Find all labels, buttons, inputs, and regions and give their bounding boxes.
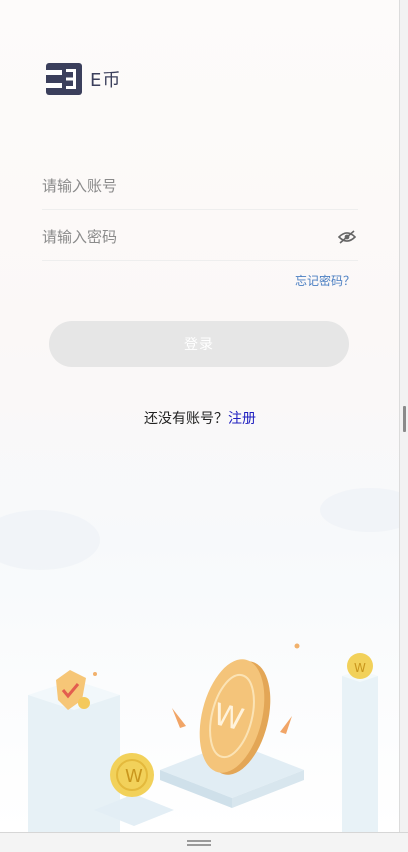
background-haze bbox=[320, 488, 399, 532]
eye-off-icon[interactable] bbox=[338, 229, 356, 244]
account-field[interactable]: 请输入账号 bbox=[42, 162, 358, 210]
register-row: 还没有账号？注册 bbox=[0, 408, 399, 428]
coin-right-symbol: W bbox=[354, 661, 366, 675]
e-coin-logo-icon bbox=[46, 63, 82, 95]
scrollbar-thumb[interactable] bbox=[403, 406, 406, 432]
coins-illustration: W W W bbox=[0, 488, 399, 832]
spark bbox=[280, 716, 292, 734]
resize-grip-icon[interactable] bbox=[187, 840, 211, 846]
coin-small-symbol: W bbox=[125, 766, 143, 787]
forgot-password-link[interactable]: 忘记密码？ bbox=[295, 272, 355, 289]
small-coin bbox=[78, 697, 90, 709]
spark bbox=[172, 708, 186, 728]
brand-name: E币 bbox=[90, 70, 122, 91]
account-input-placeholder: 请输入账号 bbox=[42, 177, 118, 195]
login-screen: E币 请输入账号 请输入密码 忘记密码？ 登录 还没有账号？注册 W W W bbox=[0, 0, 400, 832]
pedestal-right bbox=[342, 676, 378, 832]
password-input-placeholder: 请输入密码 bbox=[42, 228, 118, 246]
login-button[interactable]: 登录 bbox=[49, 321, 349, 367]
register-link[interactable]: 注册 bbox=[228, 411, 256, 427]
password-field[interactable]: 请输入密码 bbox=[42, 213, 358, 261]
no-account-text: 还没有账号？ bbox=[144, 411, 228, 427]
background-haze bbox=[0, 510, 100, 570]
spark bbox=[294, 643, 300, 649]
spark bbox=[93, 672, 97, 676]
